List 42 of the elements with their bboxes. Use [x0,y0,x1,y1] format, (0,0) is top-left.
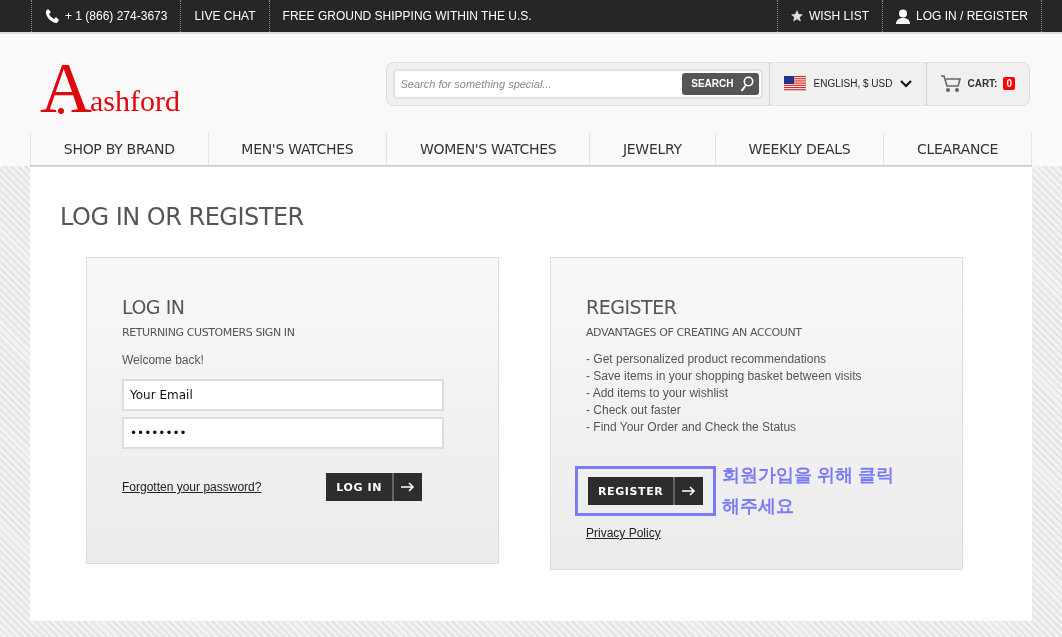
arrow-icon [401,482,415,492]
nav-menu-item[interactable]: MEN'S WATCHES [207,133,387,165]
panel-title: LOG IN [122,296,186,318]
nav-menu-item[interactable]: CLEARANCE [883,133,1032,165]
annotation-text: 회원가입을 위해 클릭 해주세요 [722,464,896,518]
nav-menu-item[interactable]: JEWELRY [589,133,715,165]
panel-subtitle: ADVANTAGES OF CREATING AN ACCOUNT [586,326,803,339]
email-field[interactable]: Your Email [122,379,444,411]
star-icon [790,10,803,22]
benefit-item: - Check out faster [586,402,682,419]
welcome-text: Welcome back! [122,353,205,367]
privacy-policy-link[interactable]: Privacy Policy [586,526,661,540]
language-currency-selector[interactable]: ENGLISH, $ USD [813,78,893,89]
nav-menu-item[interactable]: WOMEN'S WATCHES [386,133,590,165]
benefit-item: - Find Your Order and Check the Status [586,419,798,436]
chevron-down-icon[interactable] [900,79,913,88]
nav-menu-item[interactable]: WEEKLY DEALS [714,133,884,165]
benefit-item: - Add items to your wishlist [586,385,730,402]
cart-icon[interactable] [941,74,962,93]
arrow-icon [682,486,697,496]
cart-count-badge: 0 [1003,77,1015,90]
wish-list-link[interactable]: WISH LIST [808,9,869,23]
panel-subtitle: RETURNING CUSTOMERS SIGN IN [122,326,296,339]
cart-label[interactable]: CART: [967,78,998,89]
search-button[interactable]: SEARCH [682,72,759,95]
login-register-link[interactable]: LOG IN / REGISTER [915,9,1028,23]
benefit-item: - Save items in your shopping basket between visits [586,368,863,385]
nav-menu-item[interactable]: SHOP BY BRAND [30,133,208,165]
benefit-item: - Get personalized product recommendations [586,351,828,368]
logo[interactable]: Aashford [40,57,180,118]
user-icon [895,8,910,24]
search-field[interactable]: Search for something special... SEARCH [392,68,763,99]
password-field[interactable]: •••••••• [122,417,444,449]
forgot-password-link[interactable]: Forgotten your password? [122,480,262,494]
panel-title: REGISTER [586,296,678,318]
phone-number: + 1 (866) 274-3673 [65,9,168,23]
phone-icon [45,8,59,24]
register-button[interactable]: REGISTER [588,477,704,505]
page-title: LOG IN OR REGISTER [60,203,305,231]
login-button[interactable]: LOG IN [326,473,422,501]
flag-icon [783,76,806,91]
search-icon [739,75,754,92]
